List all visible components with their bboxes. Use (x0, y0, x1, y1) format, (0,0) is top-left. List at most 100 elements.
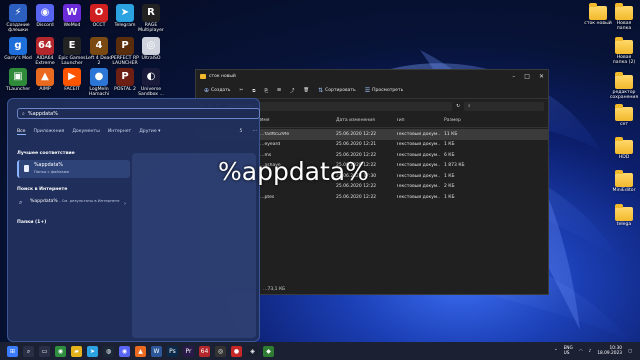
steam-icon[interactable]: ◍ (103, 345, 114, 357)
occt-icon: O (90, 4, 108, 22)
toolbar-button[interactable]: 🗑 (303, 88, 309, 93)
desktop-shortcut-label: Создание флешки (6, 23, 30, 34)
clock-date: 18.09.2023 (597, 351, 622, 356)
file-size: 1 873 КБ (444, 163, 465, 169)
tab-web[interactable]: Интернет (108, 129, 131, 135)
refresh-icon[interactable]: ↻ (456, 104, 460, 109)
toolbar-button-label: Просмотреть (372, 88, 404, 93)
desktop-folder[interactable]: редактор сохранения (609, 72, 639, 100)
desktop-shortcut-label: Discord (36, 23, 54, 28)
discord-icon[interactable]: ◉ (119, 345, 130, 357)
desktop-shortcut-label: Epic Games Launcher (58, 56, 86, 67)
aida-icon[interactable]: 64 (199, 345, 210, 357)
tab-apps[interactable]: Приложения (34, 129, 65, 135)
app-icon[interactable]: ◈ (247, 345, 258, 357)
toolbar-button[interactable]: ⧉ (252, 88, 255, 94)
web-search-heading: Поиск в Интернете (17, 187, 68, 192)
desktop-folder[interactable]: telega (609, 204, 639, 227)
tab-documents[interactable]: Документы (72, 129, 100, 135)
toolbar-button[interactable]: ⊕ Создать (204, 87, 230, 94)
desktop-shortcut[interactable]: ◉ Discord (30, 4, 60, 28)
file-type: Текстовый докум... (396, 142, 440, 148)
toolbar-button[interactable]: ⎘ (264, 88, 268, 94)
record-icon[interactable]: ● (231, 345, 242, 357)
folder-icon (615, 104, 633, 121)
desktop-shortcut-label: WeMod (63, 23, 81, 28)
explorer-icon[interactable]: ▰ (71, 345, 82, 357)
media-icon[interactable]: ◎ (215, 345, 226, 357)
desktop-folder[interactable]: HDD (609, 137, 639, 160)
desktop-shortcut[interactable]: ⚡ Создание флешки (3, 4, 33, 33)
notification-icon[interactable]: ▢ (628, 349, 632, 354)
column-date[interactable]: Дата изменения (332, 118, 392, 127)
task-view-icon[interactable]: ▭ (39, 345, 50, 357)
search-icon: ⌕ (22, 110, 25, 117)
telegram-icon[interactable]: ➤ (87, 345, 98, 357)
file-date: 25.06.2020 12:21 (336, 142, 377, 148)
status-bar: …73,1 КБ (263, 287, 286, 292)
toolbar-icon: ⊕ (204, 87, 210, 94)
web-search-item[interactable]: ⌕ %appdata% - См. результаты в Интернете… (17, 198, 128, 212)
desktop-shortcut[interactable]: ▶ FACEIT (57, 68, 87, 92)
toolbar-button-label: 🗑 (303, 88, 310, 93)
photoshop-icon[interactable]: Ps (167, 345, 178, 357)
file-size: 1 КБ (444, 142, 455, 148)
close-icon[interactable]: ✕ (539, 73, 544, 80)
word-icon[interactable]: W (151, 345, 162, 357)
clock[interactable]: 10:30 18.09.2023 (597, 346, 622, 356)
best-match-desc: Папка с файлами (34, 169, 69, 174)
maximize-icon[interactable]: □ (524, 73, 530, 80)
tab-more[interactable]: Другие ▾ (139, 129, 160, 135)
aimp-icon[interactable]: ▲ (135, 345, 146, 357)
folder-icon (615, 170, 633, 187)
wifi-icon[interactable]: ◠ (579, 349, 583, 354)
desktop-shortcut[interactable]: W WeMod (57, 4, 87, 28)
web-search-title: %appdata% (30, 199, 58, 204)
desktop-folder[interactable]: Новая папка (2) (609, 37, 639, 65)
postal2-icon: P (116, 68, 134, 86)
desktop-shortcut[interactable]: ◎ UltraISO (136, 37, 166, 61)
vpn-icon[interactable]: ◆ (263, 345, 274, 357)
column-size[interactable]: Размер (440, 118, 490, 127)
start-icon[interactable]: ⊞ (7, 345, 18, 357)
rage-icon: R (142, 4, 160, 22)
language-indicator[interactable]: ENG US (564, 346, 573, 356)
desktop-shortcut[interactable]: E Epic Games Launcher (57, 37, 87, 66)
wemod-icon: W (63, 4, 81, 22)
explorer-titlebar[interactable]: сток новый – □ ✕ (196, 70, 548, 83)
chrome-icon[interactable]: ◉ (55, 345, 66, 357)
garrys-mod-icon: g (9, 37, 27, 55)
more-options-icon[interactable]: ⋯ (252, 129, 257, 135)
column-type[interactable]: Тип (392, 118, 440, 127)
toolbar-button[interactable]: ⇅ Сортировать (318, 87, 356, 94)
desktop-shortcut[interactable]: ▣ TLauncher (3, 68, 33, 92)
best-match-item[interactable]: %appdata% Папка с файлами (17, 160, 130, 178)
toolbar-button[interactable]: ⊞ (277, 88, 281, 93)
desktop-folder[interactable]: Новая папка (609, 3, 639, 31)
volume-icon[interactable]: ♪ (589, 349, 592, 354)
desktop-shortcut[interactable]: ▲ AIMP (30, 68, 60, 92)
minimize-icon[interactable]: – (512, 73, 515, 80)
explorer-search-input[interactable]: ⌕ (464, 101, 544, 111)
start-search-input[interactable]: ⌕ %appdata% (17, 108, 260, 119)
folder-icon (615, 137, 633, 154)
desktop-shortcut-label: Universe Sandbox ... (138, 87, 164, 98)
toolbar-button-label: ⊞ (277, 88, 281, 93)
search-icon[interactable]: ⌕ (23, 345, 34, 357)
desktop-shortcut[interactable]: 64 AIDA64 Extreme (30, 37, 60, 66)
desktop-shortcut[interactable]: g Garry's Mod (3, 37, 33, 61)
desktop-folder[interactable]: MiniEditor (609, 170, 639, 193)
chevron-up-icon[interactable]: ⌃ (554, 349, 558, 354)
file-size: 6 КБ (444, 152, 455, 158)
desktop-folder-label: Новая папка (616, 21, 632, 32)
toolbar-button[interactable]: ✂ (239, 88, 243, 93)
toolbar-button[interactable]: ⤴ (290, 88, 295, 94)
toolbar-button[interactable]: ☰ Просмотреть (365, 87, 404, 94)
desktop-shortcut[interactable]: R RAGE Multiplayer (136, 4, 166, 33)
points-badge[interactable]: 5 (239, 129, 242, 135)
toolbar-button-label: ⧉ (252, 88, 256, 94)
tab-all[interactable]: Все (17, 129, 26, 135)
premiere-icon[interactable]: Pr (183, 345, 194, 357)
desktop-folder[interactable]: сет (609, 104, 639, 127)
desktop-shortcut[interactable]: ◐ Universe Sandbox ... (136, 68, 166, 97)
